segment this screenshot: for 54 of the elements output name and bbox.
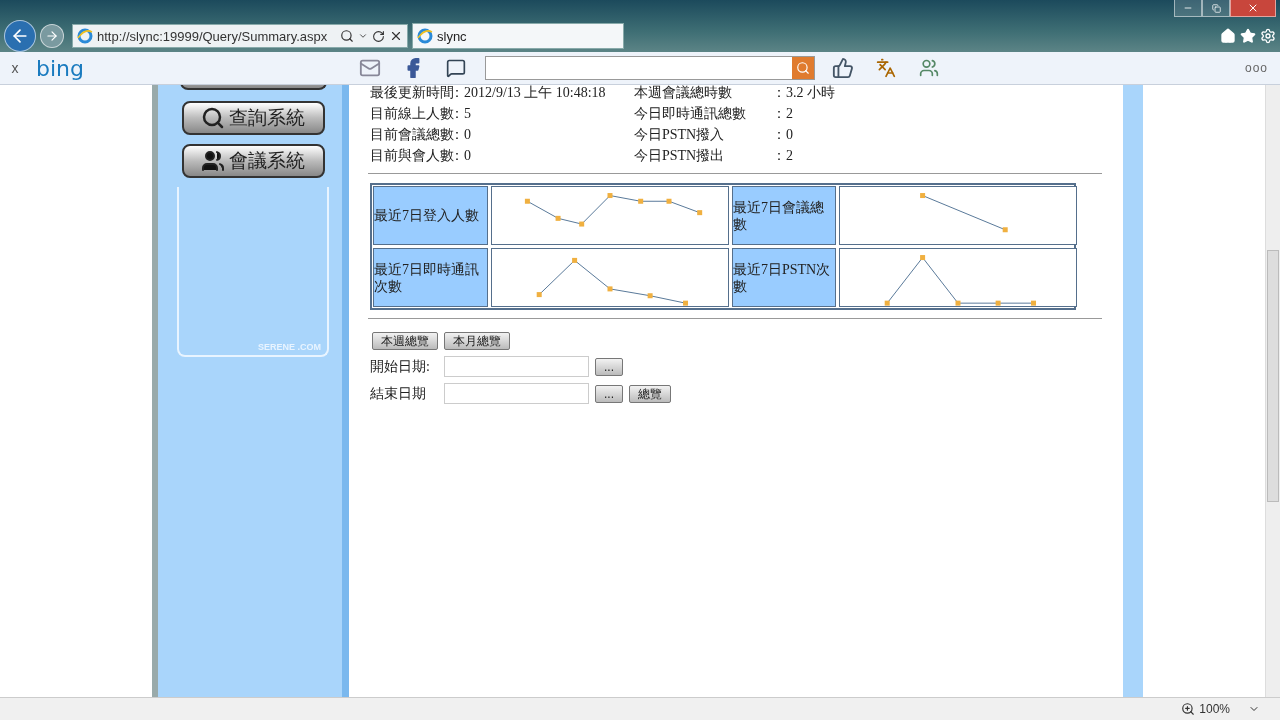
zoom-level[interactable]: 100% [1199,702,1230,716]
date-picker-button[interactable]: ... [595,384,623,403]
home-icon[interactable] [1220,28,1236,44]
arrow-right-icon [45,29,59,43]
close-icon [1247,2,1259,14]
search-icon[interactable] [340,29,354,43]
search-field[interactable] [485,56,815,80]
address-field[interactable]: http://slync:19999/Query/Summary.aspx [72,24,408,48]
stat-label: 本週會議總時數 [634,85,733,102]
stat-value: ：2 [772,105,794,123]
date-field[interactable] [444,356,589,377]
overview-button[interactable]: 本週總覽 [372,332,438,350]
scrollbar[interactable] [1265,85,1280,697]
overview-button[interactable]: 本月總覽 [444,332,510,350]
nav-button[interactable]: 會議系統 [181,144,325,178]
more-menu[interactable]: ooo [1244,61,1268,75]
close-toolbar-button[interactable]: x [0,60,30,76]
people-icon [201,149,225,173]
chart-label: 最近7日登入人數 [373,186,488,245]
date-field[interactable] [444,383,589,404]
restore-button[interactable] [1202,0,1230,17]
date-picker-button[interactable]: ... [595,357,623,376]
search-button[interactable] [792,57,814,79]
search-icon [796,61,810,75]
submit-button[interactable]: 總覽 [629,384,671,403]
chart-label: 最近7日PSTN次數 [732,248,836,307]
stat-label: 今日即時通訊總數 [634,105,747,123]
date-label: 結束日期 [370,384,427,403]
magnifier-icon [201,106,225,130]
nav-button[interactable]: 查詢系統 [181,101,325,135]
minimize-button[interactable] [1174,0,1202,17]
restore-icon [1211,3,1221,13]
favorites-icon[interactable] [1240,28,1256,44]
browser-logo-icon [417,28,433,44]
forward-button[interactable] [40,24,64,48]
stat-value: ：2 [772,147,794,165]
settings-icon[interactable] [1260,28,1276,44]
date-label: 開始日期: [370,357,431,376]
zoom-icon[interactable] [1181,702,1196,716]
footer-text: SERENE .COM [258,342,321,352]
close-button[interactable] [1230,0,1276,17]
stat-value: ：3.2 小時 [772,85,836,102]
stat-label: 今日PSTN撥出 [634,147,726,165]
stat-value: ：0 [772,126,794,144]
close-icon[interactable] [389,29,403,43]
stat-label: 今日PSTN撥入 [634,126,726,144]
caret-icon[interactable] [358,31,368,41]
back-button[interactable] [4,20,36,52]
chart-label: 最近7日會議總數 [732,186,836,245]
chart-label: 最近7日即時通訊次數 [373,248,488,307]
browser-tab[interactable]: slync [412,23,624,49]
browser-logo-icon [77,28,93,44]
brand-logo: bing [36,55,85,81]
refresh-icon[interactable] [372,29,385,43]
